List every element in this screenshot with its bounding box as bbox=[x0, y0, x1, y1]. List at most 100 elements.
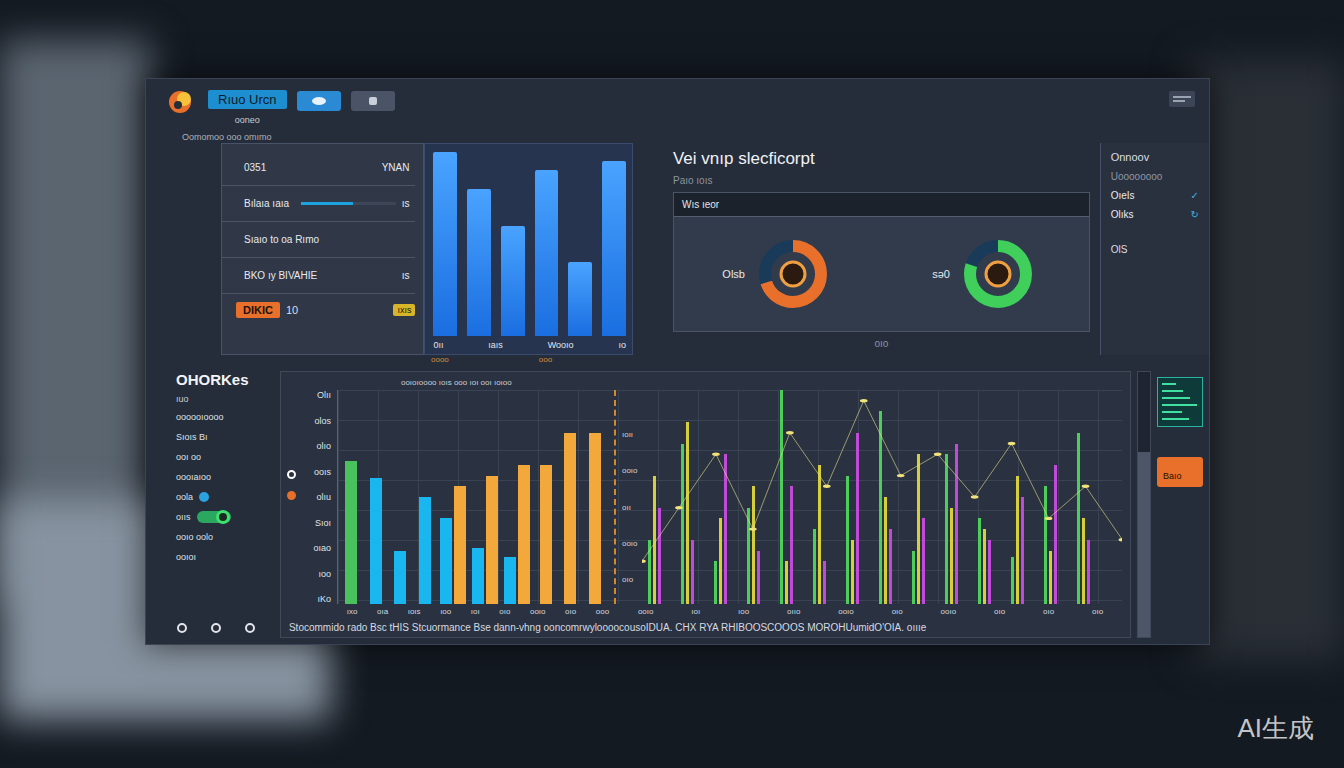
spike bbox=[1011, 557, 1014, 604]
panel-item[interactable]: ooı oo bbox=[176, 450, 274, 464]
bar bbox=[472, 548, 484, 604]
panel-item[interactable]: oola bbox=[176, 490, 274, 504]
list-row[interactable]: Sıaıo to oa Rımo bbox=[222, 222, 415, 258]
scroll-fill bbox=[1138, 452, 1150, 638]
mini-bar bbox=[501, 226, 525, 336]
inner-tick: oıo bbox=[622, 575, 638, 584]
orange-button[interactable]: Baıo bbox=[1157, 457, 1203, 487]
header-title-group: Rıuo Urcnooneo bbox=[208, 87, 287, 125]
x-tick: ooıo bbox=[530, 607, 546, 616]
status-tag: ıxıs bbox=[393, 304, 415, 316]
terminal-preview bbox=[1157, 377, 1203, 427]
bar-slot bbox=[440, 390, 466, 604]
tool-button[interactable] bbox=[351, 91, 395, 111]
bar bbox=[454, 486, 466, 604]
list-row[interactable]: 0351YNAN bbox=[222, 150, 415, 186]
mini-bar bbox=[467, 189, 491, 336]
panel-item[interactable]: oııs bbox=[176, 510, 274, 524]
list-row[interactable]: Bılaıa ıaıaıs bbox=[222, 186, 415, 222]
meter-fill bbox=[301, 202, 353, 205]
panel-item[interactable]: oooooıoooo bbox=[176, 410, 274, 424]
x-tick: oıa bbox=[377, 607, 388, 616]
spike bbox=[889, 529, 892, 604]
spike bbox=[912, 551, 915, 605]
x-tick: oıo bbox=[1043, 607, 1054, 616]
header-caption: Oomomoo ooo omımo bbox=[146, 131, 1209, 143]
spike bbox=[856, 433, 859, 604]
legend bbox=[287, 470, 296, 500]
spike bbox=[813, 529, 816, 604]
spike bbox=[658, 508, 661, 604]
mini-chart: 0ıııaısWooıoıo bbox=[424, 143, 632, 355]
panel-item[interactable]: Sıoıs Bı bbox=[176, 430, 274, 444]
y-tick: ıoo bbox=[318, 569, 331, 579]
sidebar-item[interactable]: Olıks↻ bbox=[1111, 209, 1199, 220]
sidebar-item[interactable]: OıeIs ✓ bbox=[1111, 190, 1199, 201]
spike bbox=[917, 454, 920, 604]
header-button[interactable]: Rıuo Urcn bbox=[208, 90, 287, 109]
spike bbox=[757, 551, 760, 605]
item-label: oııs bbox=[176, 512, 191, 522]
inner-axis: ıoııooıooııooıooıo bbox=[622, 390, 642, 604]
toggle[interactable] bbox=[197, 511, 231, 523]
spike bbox=[955, 444, 958, 605]
footer-text: Stocommido rado Bsc tHIS Stcuormance Bse… bbox=[281, 618, 1122, 633]
x-label: ıaıs bbox=[488, 340, 503, 350]
spike bbox=[1049, 551, 1052, 605]
card-strip: Wıs ıeor bbox=[674, 193, 1089, 217]
panel-item[interactable]: ooıoı bbox=[176, 550, 274, 564]
mini-bars bbox=[433, 152, 625, 336]
sidebar-label: OıeIs bbox=[1111, 190, 1135, 201]
legend-marker bbox=[287, 491, 296, 500]
status-badge[interactable]: DIKIC bbox=[236, 302, 280, 318]
bar bbox=[486, 476, 498, 604]
spike bbox=[823, 561, 826, 604]
bar bbox=[440, 518, 452, 604]
spike bbox=[988, 540, 991, 604]
list-row[interactable]: BKO ıy BIVAHIEıs bbox=[222, 258, 415, 294]
overview-title: Vei vnıp slecficorpt bbox=[673, 149, 1090, 169]
circle-icon bbox=[176, 622, 188, 634]
watermark: AI生成 bbox=[1237, 711, 1314, 746]
y-tick: oıao bbox=[313, 543, 331, 553]
row-reading: ıs bbox=[402, 198, 410, 209]
sidebar-item-icon: ✓ bbox=[1191, 190, 1199, 201]
spike bbox=[691, 540, 694, 604]
x-tick: ıoı bbox=[471, 607, 480, 616]
bar-slot bbox=[504, 390, 530, 604]
bar-slot bbox=[472, 390, 498, 604]
x-tick: ıxo bbox=[347, 607, 358, 616]
right-strip: Baıo bbox=[1131, 371, 1209, 638]
panel-item[interactable]: oooıaıoo bbox=[176, 470, 274, 484]
inner-tick: ıoıı bbox=[622, 430, 638, 439]
x-label: 0ıı bbox=[433, 340, 443, 350]
row-reading: ıs bbox=[402, 270, 410, 281]
y-tick: olıo bbox=[316, 441, 331, 451]
spike bbox=[950, 508, 953, 604]
scrollbar[interactable] bbox=[1137, 371, 1151, 638]
chat-button[interactable] bbox=[297, 91, 341, 111]
spike bbox=[1082, 518, 1085, 604]
sidebar-footer: OlS bbox=[1111, 244, 1199, 255]
list-panel: 0351YNANBılaıa ıaıaısSıaıo to oa RımoBKO… bbox=[221, 143, 424, 355]
gauge-cell: Olsb bbox=[674, 217, 881, 331]
item-label: oola bbox=[176, 492, 193, 502]
overview-footer: oıo bbox=[673, 338, 1090, 349]
bar bbox=[518, 465, 530, 604]
y-axis: OlııolosolıoooısolıuSıoıoıaoıooıKo bbox=[281, 390, 337, 604]
bar bbox=[394, 551, 406, 605]
y-tick: ıKo bbox=[317, 594, 331, 604]
panel-item[interactable]: ooıo oolo bbox=[176, 530, 274, 544]
bar-slot bbox=[391, 390, 410, 604]
spike bbox=[884, 497, 887, 604]
header-bar: Rıuo Urcnooneo bbox=[146, 83, 1209, 131]
x-axis-left: ıxooıaıoısıooıoıoıoooıooıoooo bbox=[337, 607, 619, 616]
gauge-card: Wıs ıeorOlsbsǝ0 bbox=[673, 192, 1090, 332]
bar-slot bbox=[585, 390, 604, 604]
spike bbox=[922, 518, 925, 604]
x-tick: ıoo bbox=[440, 607, 451, 616]
trend-line bbox=[642, 390, 1122, 604]
toggle-knob bbox=[216, 510, 230, 524]
bar bbox=[589, 433, 601, 604]
x-tick: ıoı bbox=[691, 607, 700, 616]
